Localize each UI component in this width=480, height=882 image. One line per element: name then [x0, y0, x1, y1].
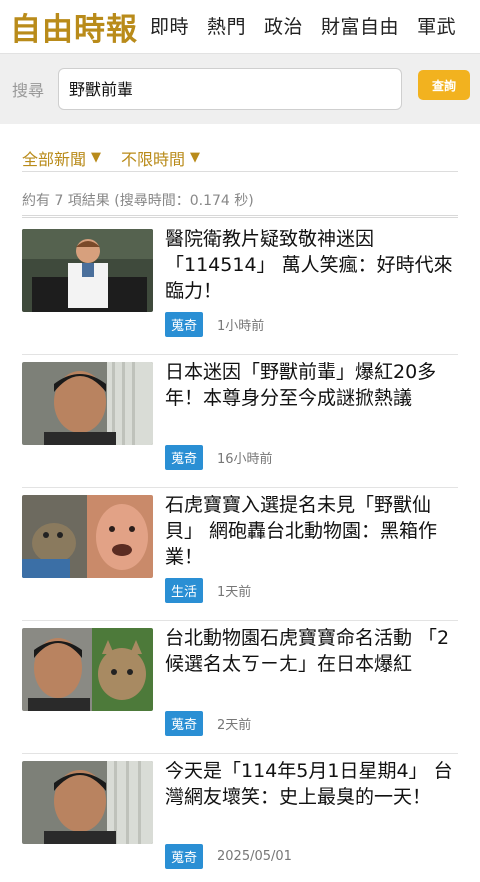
category-badge[interactable]: 蒐奇 [165, 445, 204, 470]
search-label: 搜尋 [12, 81, 45, 100]
result-item[interactable]: 醫院衛教片疑致敬神迷因「114514」 萬人笑瘋：好時代來臨力！ 蒐奇 1小時前 [22, 222, 458, 355]
result-meta: 生活 1天前 [165, 578, 251, 603]
search-button[interactable]: 查詢 [418, 70, 470, 100]
result-item[interactable]: 今天是「114年5月1日星期4」 台灣網友壞笑：史上最臭的一天！ 蒐奇 2025… [22, 754, 458, 882]
category-filter-label: 全部新聞 [22, 149, 87, 169]
category-badge[interactable]: 蒐奇 [165, 711, 204, 736]
nav-item-politics[interactable]: 政治 [264, 12, 303, 39]
search-input[interactable]: 野獸前輩 [58, 68, 402, 110]
result-meta: 蒐奇 2天前 [165, 711, 251, 736]
publish-time: 1小時前 [217, 319, 265, 334]
result-thumbnail[interactable] [22, 628, 153, 711]
result-meta: 蒐奇 1小時前 [165, 312, 264, 337]
site-header: 自由時報 即時 熱門 政治 財富自由 軍武 [0, 0, 480, 54]
nav-item-finance[interactable]: 財富自由 [321, 12, 399, 39]
result-thumbnail[interactable] [22, 495, 153, 578]
caret-down-icon: ▼ [190, 150, 201, 165]
result-item[interactable]: 石虎寶寶入選提名未見「野獸仙貝」 網砲轟台北動物園：黑箱作業！ 生活 1天前 [22, 488, 458, 621]
category-filter-dropdown[interactable]: 全部新聞 ▼ [22, 144, 101, 171]
result-meta: 蒐奇 2025/05/01 [165, 844, 292, 869]
result-title[interactable]: 石虎寶寶入選提名未見「野獸仙貝」 網砲轟台北動物園：黑箱作業！ [165, 492, 455, 570]
main-nav: 即時 熱門 政治 財富自由 軍武 [150, 12, 456, 39]
publish-time: 16小時前 [217, 452, 273, 467]
time-filter-dropdown[interactable]: 不限時間 ▼ [121, 144, 200, 171]
result-meta: 蒐奇 16小時前 [165, 445, 273, 470]
result-list: 醫院衛教片疑致敬神迷因「114514」 萬人笑瘋：好時代來臨力！ 蒐奇 1小時前… [22, 222, 458, 882]
category-badge[interactable]: 蒐奇 [165, 844, 204, 869]
filter-bar: 全部新聞 ▼ 不限時間 ▼ [22, 144, 458, 172]
search-bar: 搜尋 野獸前輩 查詢 [0, 54, 480, 124]
result-thumbnail[interactable] [22, 229, 153, 312]
category-badge[interactable]: 生活 [165, 578, 204, 603]
site-logo[interactable]: 自由時報 [10, 4, 138, 48]
nav-item-popular[interactable]: 熱門 [207, 12, 246, 39]
publish-time: 2025/05/01 [217, 849, 292, 864]
result-count: 約有 7 項結果 (搜尋時間：0.174 秒) [22, 190, 458, 218]
result-title[interactable]: 醫院衛教片疑致敬神迷因「114514」 萬人笑瘋：好時代來臨力！ [165, 226, 455, 304]
result-item[interactable]: 台北動物園石虎寶寶命名活動 「2候選名太ㄎㄧㄤ」在日本爆紅 蒐奇 2天前 [22, 621, 458, 754]
caret-down-icon: ▼ [91, 150, 102, 165]
result-thumbnail[interactable] [22, 761, 153, 844]
publish-time: 2天前 [217, 718, 252, 733]
result-thumbnail[interactable] [22, 362, 153, 445]
result-title[interactable]: 台北動物園石虎寶寶命名活動 「2候選名太ㄎㄧㄤ」在日本爆紅 [165, 625, 455, 677]
result-title[interactable]: 日本迷因「野獸前輩」爆紅20多年！本尊身分至今成謎掀熱議 [165, 359, 455, 411]
result-item[interactable]: 日本迷因「野獸前輩」爆紅20多年！本尊身分至今成謎掀熱議 蒐奇 16小時前 [22, 355, 458, 488]
publish-time: 1天前 [217, 585, 252, 600]
nav-item-military[interactable]: 軍武 [417, 12, 456, 39]
nav-item-instant[interactable]: 即時 [150, 12, 189, 39]
category-badge[interactable]: 蒐奇 [165, 312, 204, 337]
result-title[interactable]: 今天是「114年5月1日星期4」 台灣網友壞笑：史上最臭的一天！ [165, 758, 455, 810]
time-filter-label: 不限時間 [121, 149, 186, 169]
